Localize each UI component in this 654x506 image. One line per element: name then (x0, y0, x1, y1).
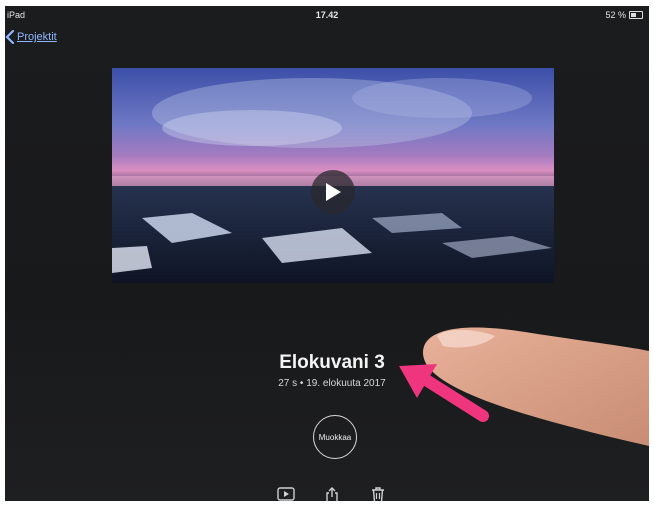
chevron-left-icon (5, 30, 15, 44)
battery-percent: 52 % (605, 10, 626, 20)
project-meta: 27 s • 19. elokuuta 2017 (278, 378, 386, 389)
ipad-photo-frame: iPad 17.42 52 % Projektit Elokuvani 3 27… (5, 6, 649, 501)
edit-button[interactable]: Muokkaa (313, 415, 357, 459)
back-label: Projektit (17, 31, 57, 43)
share-icon[interactable] (325, 487, 339, 501)
back-to-projects-link[interactable]: Projektit (5, 30, 57, 44)
battery-icon (629, 11, 643, 19)
play-button[interactable] (311, 170, 355, 214)
status-bar: iPad 17.42 52 % (5, 6, 649, 28)
bottom-toolbar (5, 487, 649, 501)
status-time: 17.42 (315, 10, 339, 20)
play-icon (326, 183, 341, 201)
trash-icon[interactable] (371, 487, 385, 501)
project-title: Elokuvani 3 (279, 352, 385, 373)
status-right: 52 % (605, 10, 643, 20)
play-icon[interactable] (277, 487, 295, 501)
